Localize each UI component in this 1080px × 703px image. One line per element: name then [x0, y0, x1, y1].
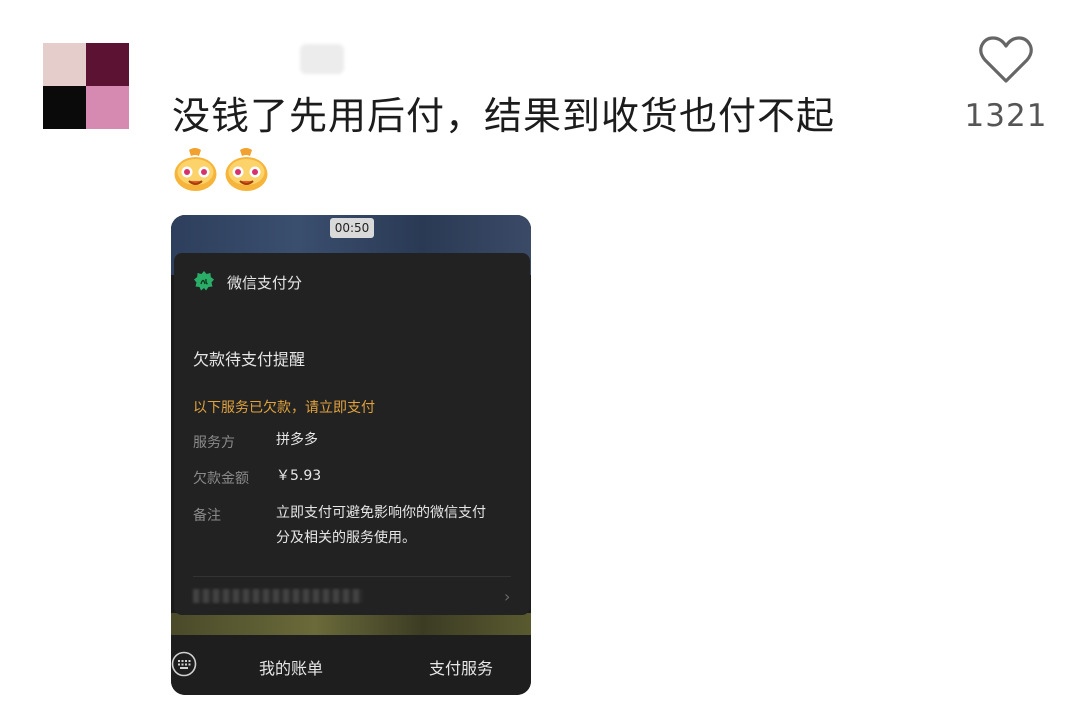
comment-text: 没钱了先用后付，结果到收货也付不起: [172, 94, 836, 138]
timer-badge: 00:50: [330, 218, 374, 238]
note-value-line2: 分及相关的服务使用。: [276, 530, 416, 546]
like-count: 1321: [964, 98, 1048, 134]
amount-label: 欠款金额: [193, 471, 249, 487]
keyboard-icon[interactable]: [171, 651, 197, 677]
chevron-right-icon[interactable]: ›: [504, 587, 510, 606]
service-provider-value: 拼多多: [276, 432, 318, 448]
note-value-line1: 立即支付可避免影响你的微信支付: [276, 505, 486, 521]
emoji-row: [173, 146, 269, 192]
wechat-pay-score-icon: [194, 271, 214, 291]
money-bag-emoji-icon: [225, 148, 268, 191]
avatar-tile: [86, 86, 129, 129]
username-blurred[interactable]: [300, 44, 344, 74]
payment-services-button[interactable]: 支付服务: [429, 655, 493, 679]
divider: [193, 576, 511, 577]
notice-title: 欠款待支付提醒: [193, 350, 306, 369]
service-provider-label: 服务方: [193, 435, 235, 451]
heart-icon[interactable]: [978, 34, 1034, 86]
money-bag-emoji-icon: [174, 148, 217, 191]
avatar-tile: [43, 86, 86, 129]
my-bills-button[interactable]: 我的账单: [259, 655, 323, 679]
blurred-link[interactable]: [193, 589, 363, 603]
avatar[interactable]: [43, 43, 129, 129]
warning-text: 以下服务已欠款，请立即支付: [193, 400, 375, 416]
avatar-tile: [86, 43, 129, 86]
note-label: 备注: [193, 508, 221, 524]
app-name: 微信支付分: [227, 274, 303, 292]
amount-value: ￥5.93: [276, 468, 322, 484]
avatar-tile: [43, 43, 86, 86]
attached-screenshot[interactable]: 00:50 微信支付分 欠款待支付提醒 以下服务已欠款，请立即支付 服务方 拼多…: [171, 215, 531, 695]
